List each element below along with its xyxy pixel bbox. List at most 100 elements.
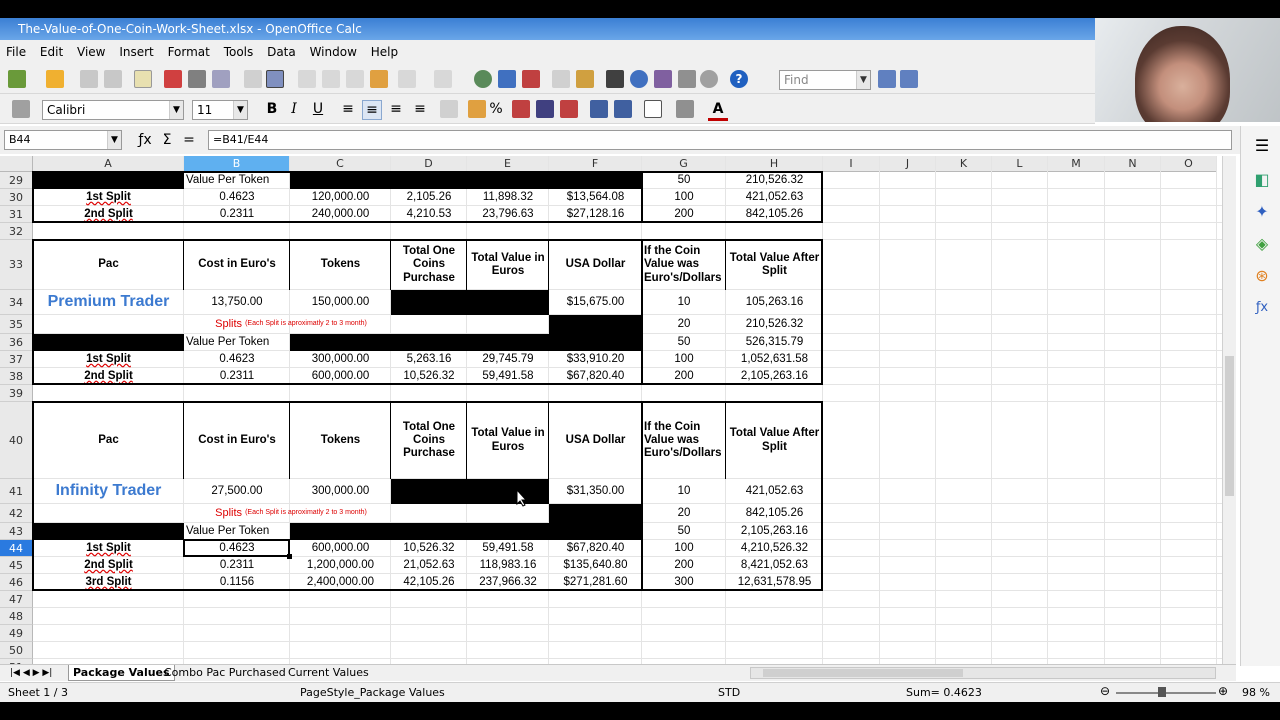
- row-header-44[interactable]: 44: [0, 540, 33, 557]
- cell-f30[interactable]: $13,564.08: [549, 189, 642, 206]
- find-replace-icon[interactable]: [606, 70, 624, 88]
- styles-icon[interactable]: [12, 100, 30, 118]
- row-header-31[interactable]: 31: [0, 206, 33, 223]
- cell-f46[interactable]: $271,281.60: [549, 574, 642, 591]
- sort-ascending-icon[interactable]: [498, 70, 516, 88]
- new-document-icon[interactable]: [8, 70, 26, 88]
- cell-e40[interactable]: Total Value in Euros: [467, 402, 549, 479]
- align-center-icon[interactable]: ≡: [362, 100, 382, 120]
- cell-b36[interactable]: Value Per Token: [184, 334, 290, 351]
- font-size-dropdown-icon[interactable]: ▼: [233, 101, 247, 119]
- cell-b40[interactable]: Cost in Euro's: [184, 402, 290, 479]
- cell-b46[interactable]: 0.1156: [184, 574, 290, 591]
- styles-formatting-icon[interactable]: ◧: [1252, 170, 1272, 190]
- cell-c41[interactable]: 300,000.00: [290, 479, 391, 504]
- menu-view[interactable]: View: [73, 40, 109, 64]
- splits-label-42[interactable]: Splits (Each Split is aproximatly 2 to 3…: [33, 504, 549, 523]
- black-fill[interactable]: [33, 334, 184, 351]
- equals-icon[interactable]: =: [178, 130, 200, 150]
- underline-icon[interactable]: U: [308, 100, 328, 118]
- cell-c38[interactable]: 600,000.00: [290, 368, 391, 385]
- row-header-47[interactable]: 47: [0, 591, 33, 608]
- cell-e46[interactable]: 237,966.32: [467, 574, 549, 591]
- cell-b37[interactable]: 0.4623: [184, 351, 290, 368]
- cell-h31[interactable]: 842,105.26: [726, 206, 823, 223]
- clone-formatting-icon[interactable]: [370, 70, 388, 88]
- cell-a44[interactable]: 1st Split: [33, 540, 184, 557]
- black-fill[interactable]: [290, 334, 642, 351]
- currency-format-icon[interactable]: [468, 100, 486, 118]
- merge-cells-icon[interactable]: [440, 100, 458, 118]
- row-header-33[interactable]: 33: [0, 240, 33, 290]
- zoom-out-icon[interactable]: ⊖: [1100, 684, 1110, 698]
- cell-c37[interactable]: 300,000.00: [290, 351, 391, 368]
- cell-a45[interactable]: 2nd Split: [33, 557, 184, 574]
- cell-a38[interactable]: 2nd Split: [33, 368, 184, 385]
- cell-c34[interactable]: 150,000.00: [290, 290, 391, 315]
- italic-icon[interactable]: I: [284, 100, 304, 118]
- cell-d30[interactable]: 2,105.26: [391, 189, 467, 206]
- compass-icon[interactable]: ⊛: [1252, 266, 1272, 286]
- name-box-dropdown-icon[interactable]: ▼: [107, 131, 121, 149]
- navigator-side-icon[interactable]: ◈: [1252, 234, 1272, 254]
- row-header-32[interactable]: 32: [0, 223, 33, 240]
- cell-g29[interactable]: 50: [642, 172, 726, 189]
- cell-h40[interactable]: Total Value After Split: [726, 402, 823, 479]
- black-fill[interactable]: [290, 523, 642, 540]
- column-header-e[interactable]: E: [467, 156, 549, 172]
- column-header-m[interactable]: M: [1048, 156, 1105, 172]
- cell-g45[interactable]: 200: [642, 557, 726, 574]
- cell-a31[interactable]: 2nd Split: [33, 206, 184, 223]
- cell-f34[interactable]: $15,675.00: [549, 290, 642, 315]
- row-header-50[interactable]: 50: [0, 642, 33, 659]
- black-fill[interactable]: [290, 172, 642, 189]
- row-header-49[interactable]: 49: [0, 625, 33, 642]
- hyperlink-icon[interactable]: [474, 70, 492, 88]
- undo-icon[interactable]: [398, 70, 416, 88]
- menu-edit[interactable]: Edit: [36, 40, 67, 64]
- find-previous-icon[interactable]: [900, 70, 918, 88]
- column-header-k[interactable]: K: [936, 156, 992, 172]
- font-name-dropdown-icon[interactable]: ▼: [169, 101, 183, 119]
- properties-icon[interactable]: ☰: [1252, 136, 1272, 156]
- row-header-43[interactable]: 43: [0, 523, 33, 540]
- help-icon[interactable]: ?: [730, 70, 748, 88]
- cell-a30[interactable]: 1st Split: [33, 189, 184, 206]
- find-dropdown-icon[interactable]: ▼: [856, 71, 870, 89]
- percent-format-icon[interactable]: %: [486, 100, 506, 118]
- column-header-b[interactable]: B: [184, 156, 290, 172]
- delete-decimal-icon[interactable]: [560, 100, 578, 118]
- cell-f33[interactable]: USA Dollar: [549, 240, 642, 290]
- cell-b33[interactable]: Cost in Euro's: [184, 240, 290, 290]
- cell-a40[interactable]: Pac: [33, 402, 184, 479]
- cell-g37[interactable]: 100: [642, 351, 726, 368]
- black-fill[interactable]: [549, 504, 642, 523]
- splits-label-35[interactable]: Splits (Each Split is aproximatly 2 to 3…: [33, 315, 549, 334]
- menu-format[interactable]: Format: [164, 40, 214, 64]
- menu-tools[interactable]: Tools: [220, 40, 258, 64]
- horizontal-scroll-thumb[interactable]: [763, 669, 963, 677]
- cell-g38[interactable]: 200: [642, 368, 726, 385]
- row-header-34[interactable]: 34: [0, 290, 33, 315]
- cell-b43[interactable]: Value Per Token: [184, 523, 290, 540]
- sort-descending-icon[interactable]: [522, 70, 540, 88]
- selection-mode[interactable]: STD: [718, 686, 740, 699]
- cell-e33[interactable]: Total Value in Euros: [467, 240, 549, 290]
- cell-f41[interactable]: $31,350.00: [549, 479, 642, 504]
- cell-h43[interactable]: 2,105,263.16: [726, 523, 823, 540]
- cell-h29[interactable]: 210,526.32: [726, 172, 823, 189]
- cell-h45[interactable]: 8,421,052.63: [726, 557, 823, 574]
- cell-c46[interactable]: 2,400,000.00: [290, 574, 391, 591]
- find-next-icon[interactable]: [878, 70, 896, 88]
- cell-h41[interactable]: 421,052.63: [726, 479, 823, 504]
- standard-format-icon[interactable]: [512, 100, 530, 118]
- cell-f37[interactable]: $33,910.20: [549, 351, 642, 368]
- cell-g34[interactable]: 10: [642, 290, 726, 315]
- cell-b31[interactable]: 0.2311: [184, 206, 290, 223]
- row-header-40[interactable]: 40: [0, 402, 33, 479]
- row-header-45[interactable]: 45: [0, 557, 33, 574]
- find-input[interactable]: Find ▼: [779, 70, 871, 90]
- column-header-a[interactable]: A: [33, 156, 184, 172]
- cell-d37[interactable]: 5,263.16: [391, 351, 467, 368]
- cell-d44[interactable]: 10,526.32: [391, 540, 467, 557]
